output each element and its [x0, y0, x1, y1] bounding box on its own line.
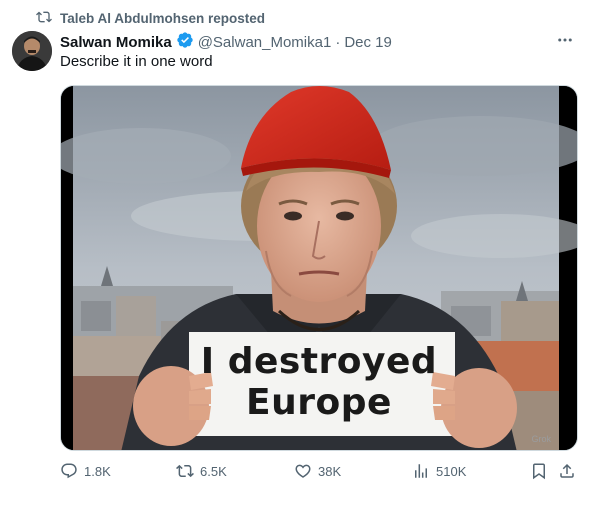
more-icon: [558, 38, 572, 42]
repost-icon: [36, 9, 52, 28]
repost-button[interactable]: 6.5K: [176, 462, 227, 480]
analytics-icon: [415, 464, 427, 478]
like-count: 38K: [318, 463, 342, 479]
verified-badge-icon: [172, 31, 198, 53]
author-handle[interactable]: @Salwan_Momika1: [198, 34, 332, 51]
tweet-header: Salwan Momika @Salwan_Momika1 · Dec 19: [60, 31, 392, 53]
repost-text: Taleb Al Abdulmohsen reposted: [60, 11, 266, 26]
reply-count: 1.8K: [84, 463, 111, 479]
share-icon: [560, 463, 574, 478]
tweet-media-image[interactable]: I destroyed Europe Grok: [60, 85, 578, 451]
reply-icon: [61, 463, 77, 479]
reply-button[interactable]: 1.8K: [60, 462, 111, 480]
grok-watermark: Grok: [531, 434, 551, 444]
repost-count: 6.5K: [200, 463, 227, 479]
repost-indicator[interactable]: Taleb Al Abdulmohsen reposted: [36, 9, 265, 28]
sign-text-line1: I destroyed: [200, 341, 438, 382]
tweet-date[interactable]: Dec 19: [344, 34, 392, 51]
action-bar: 1.8K 6.5K 38K 510K: [60, 462, 580, 486]
sign-text-line2: Europe: [246, 382, 392, 423]
avatar[interactable]: [12, 31, 52, 71]
share-button[interactable]: [558, 462, 576, 480]
repost-action-icon: [176, 464, 194, 478]
view-count: 510K: [436, 463, 467, 479]
bookmark-icon: [533, 463, 545, 480]
views-button[interactable]: 510K: [412, 462, 466, 480]
tweet-text: Describe it in one word: [60, 53, 213, 70]
separator-dot: ·: [335, 33, 341, 51]
author-name[interactable]: Salwan Momika: [60, 34, 172, 51]
like-button[interactable]: 38K: [294, 462, 341, 480]
more-options-button[interactable]: [553, 30, 577, 50]
bookmark-button[interactable]: [530, 462, 548, 480]
heart-icon: [295, 464, 311, 478]
